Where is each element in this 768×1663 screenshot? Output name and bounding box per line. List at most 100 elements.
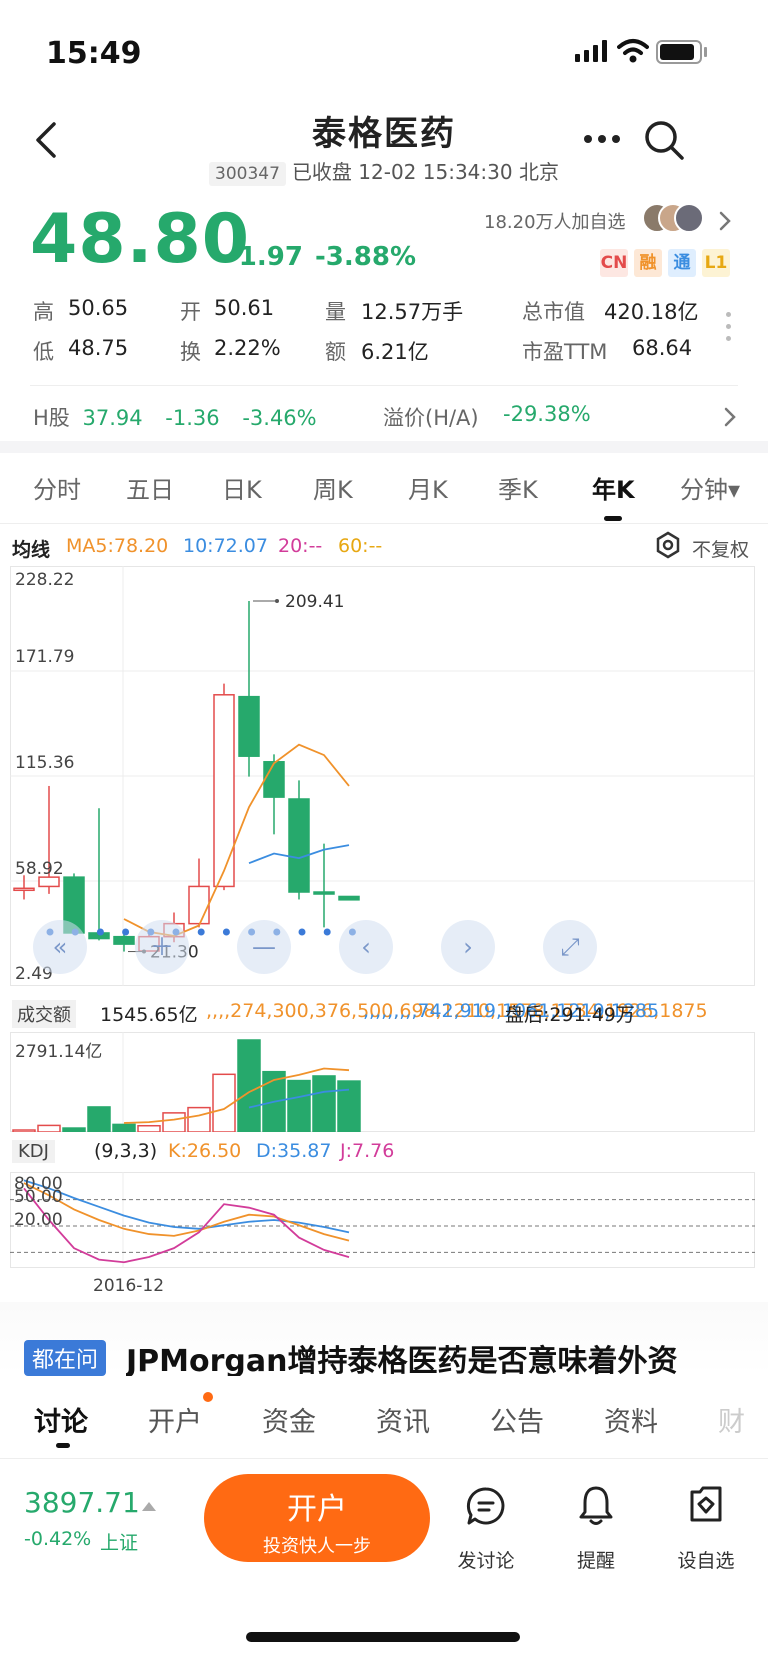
tab-open-account[interactable]: 开户 [148, 1400, 202, 1439]
zoom-in-button[interactable]: ＋ [135, 920, 189, 974]
h-share-row[interactable]: H股 37.94 -1.36 -3.46% 溢价(H/A) -29.38% [33, 402, 738, 436]
tab-minute[interactable]: 分钟▾ [680, 470, 740, 505]
ma20-value: 20:-- [278, 535, 323, 557]
price-change-pct: -3.88% [315, 242, 416, 272]
candle-body [288, 798, 310, 893]
tab-financials[interactable]: 财 [718, 1400, 748, 1439]
tab-yearly-k[interactable]: 年K [592, 470, 635, 505]
alert-label[interactable]: 提醒 [551, 1546, 641, 1573]
page-dot [323, 928, 331, 936]
more-icon[interactable] [584, 133, 622, 145]
kline-chart[interactable]: 209.4121.30 [10, 566, 755, 986]
stat-volume-value: 12.57万手 [361, 300, 464, 324]
stat-mktcap-label: 总市值 [522, 300, 585, 324]
tag-cn[interactable]: CN [600, 249, 628, 277]
stat-mktcap-value: 420.18亿 [604, 300, 699, 324]
zoom-out-button[interactable]: — [237, 920, 291, 974]
page-dot [298, 928, 306, 936]
volume-bar [187, 1106, 211, 1132]
index-name: 上证 [100, 1532, 139, 1554]
bell-icon[interactable] [576, 1484, 616, 1526]
stat-pe-label: 市盈TTM [522, 340, 608, 364]
index-ticker[interactable]: 3897.71 -0.42% 上证 [24, 1486, 174, 1556]
tab-weekly-k[interactable]: 周K [313, 470, 353, 505]
battery-icon [656, 40, 702, 64]
volume-bar [37, 1124, 61, 1132]
settings-icon[interactable] [654, 531, 682, 559]
scroll-left-button[interactable]: ‹ [339, 920, 393, 974]
kdj-params: (9,3,3) [94, 1140, 158, 1162]
stat-high-value: 50.65 [68, 296, 129, 320]
tab-news[interactable]: 资讯 [376, 1400, 430, 1439]
ma5-value: MA5:78.20 [66, 535, 169, 557]
candle-body [213, 694, 235, 888]
candle-body [338, 895, 360, 901]
last-price: 48.80 [30, 200, 251, 279]
volume-bar [137, 1124, 161, 1132]
price-change: -1.97 [228, 242, 303, 272]
page-dot [197, 928, 205, 936]
search-icon[interactable] [642, 118, 686, 162]
tab-daily-k[interactable]: 日K [222, 470, 262, 505]
tab-discussion[interactable]: 讨论 [34, 1400, 88, 1439]
active-tab-indicator [604, 516, 622, 521]
scroll-right-button[interactable]: › [441, 920, 495, 974]
kdj-chart[interactable] [10, 1172, 755, 1268]
tab-monthly-k[interactable]: 月K [408, 470, 448, 505]
add-watchlist-icon[interactable] [686, 1484, 726, 1526]
stat-low-label: 低 [33, 340, 54, 364]
premium-label: 溢价(H/A) [383, 406, 479, 430]
chevron-right-icon[interactable] [718, 210, 732, 232]
tag-connect[interactable]: 通 [668, 249, 696, 277]
active-bottom-tab-indicator [56, 1443, 70, 1448]
tab-five-day[interactable]: 五日 [126, 470, 174, 505]
h-share-change: -1.36 [165, 406, 220, 430]
volume-bar [87, 1106, 111, 1132]
tab-profile[interactable]: 资料 [604, 1400, 658, 1439]
watcher-avatars[interactable] [642, 203, 704, 235]
tag-margin[interactable]: 融 [634, 249, 662, 277]
volume-bar [287, 1079, 311, 1132]
kdj-label[interactable]: KDJ [12, 1140, 55, 1163]
open-account-label: 开户 [287, 1492, 347, 1527]
adjust-toggle[interactable]: 不复权 [692, 535, 749, 562]
candle-body [263, 761, 285, 798]
tab-quarterly-k[interactable]: 季K [498, 470, 538, 505]
index-arrow-icon [142, 1502, 156, 1511]
home-indicator [246, 1632, 520, 1642]
candle-body [113, 935, 135, 945]
volume-frame [10, 1032, 755, 1132]
kdj-j: J:7.76 [340, 1140, 395, 1162]
stat-turnover-label: 换 [180, 340, 201, 364]
news-badge: 都在问 [24, 1340, 107, 1376]
index-change: -0.42% [24, 1528, 92, 1550]
volume-bar [312, 1075, 336, 1132]
candle-body [13, 887, 35, 892]
stat-open-value: 50.61 [214, 296, 275, 320]
post-label[interactable]: 发讨论 [441, 1546, 531, 1573]
watchlist-label[interactable]: 设自选 [661, 1546, 751, 1573]
volume-chart[interactable] [10, 1032, 755, 1132]
watchers-count[interactable]: 18.20万人加自选 [484, 208, 626, 234]
expand-stats-icon[interactable] [726, 312, 732, 344]
ma-legend-title: 均线 [12, 539, 51, 561]
kdj-d-line [23, 1179, 350, 1234]
open-account-button[interactable]: 开户 投资快人一步 [204, 1474, 430, 1562]
comment-icon[interactable] [466, 1486, 506, 1526]
tab-capital[interactable]: 资金 [262, 1400, 316, 1439]
news-headline[interactable]: JPMorgan增持泰格医药是否意味着外资 [126, 1336, 766, 1380]
notification-dot [203, 1392, 213, 1402]
tag-level1[interactable]: L1 [702, 249, 730, 277]
wifi-icon [617, 39, 649, 63]
scroll-left-fast-button[interactable]: « [33, 920, 87, 974]
stat-high-label: 高 [33, 300, 54, 324]
tab-announcements[interactable]: 公告 [490, 1400, 544, 1439]
y-axis-label: 58.92 [15, 859, 64, 879]
tab-intraday[interactable]: 分时 [33, 470, 81, 505]
fullscreen-button[interactable]: ⤢ [543, 920, 597, 974]
ma5-line [123, 743, 350, 937]
h-share-price: 37.94 [82, 406, 143, 430]
kdj-frame [10, 1172, 755, 1268]
h-share-change-pct: -3.46% [242, 406, 317, 430]
volume-bar [162, 1112, 186, 1132]
